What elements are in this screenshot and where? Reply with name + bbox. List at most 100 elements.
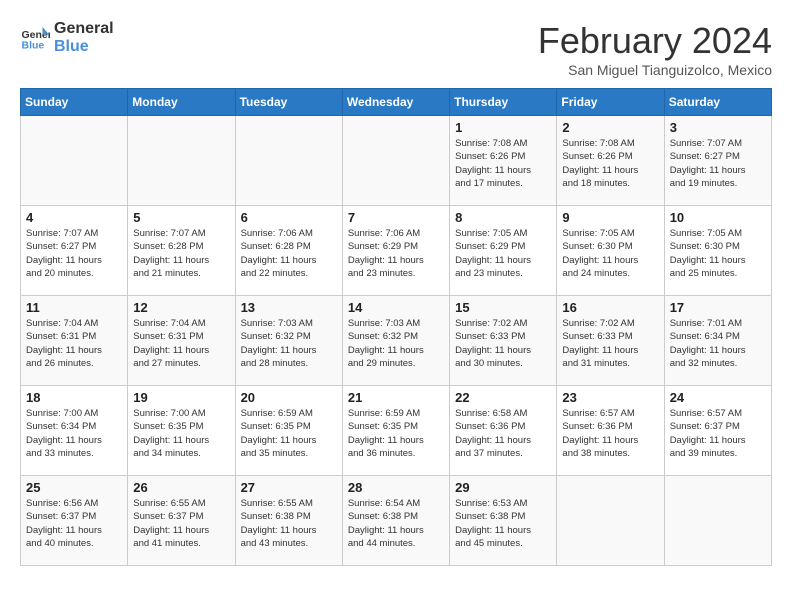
day-number: 5 (133, 210, 229, 225)
day-number: 18 (26, 390, 122, 405)
day-info: Sunrise: 7:03 AMSunset: 6:32 PMDaylight:… (241, 317, 337, 370)
header-tuesday: Tuesday (235, 89, 342, 116)
day-info: Sunrise: 7:02 AMSunset: 6:33 PMDaylight:… (562, 317, 658, 370)
calendar-cell: 19 Sunrise: 7:00 AMSunset: 6:35 PMDayligh… (128, 386, 235, 476)
calendar-cell: 15 Sunrise: 7:02 AMSunset: 6:33 PMDayligh… (450, 296, 557, 386)
day-number: 8 (455, 210, 551, 225)
day-number: 13 (241, 300, 337, 315)
week-row-1: 1 Sunrise: 7:08 AMSunset: 6:26 PMDaylight… (21, 116, 772, 206)
day-info: Sunrise: 6:58 AMSunset: 6:36 PMDaylight:… (455, 407, 551, 460)
header-wednesday: Wednesday (342, 89, 449, 116)
day-info: Sunrise: 7:07 AMSunset: 6:27 PMDaylight:… (670, 137, 766, 190)
day-info: Sunrise: 6:59 AMSunset: 6:35 PMDaylight:… (241, 407, 337, 460)
calendar-cell: 28 Sunrise: 6:54 AMSunset: 6:38 PMDayligh… (342, 476, 449, 566)
calendar-cell (664, 476, 771, 566)
calendar-cell: 20 Sunrise: 6:59 AMSunset: 6:35 PMDayligh… (235, 386, 342, 476)
day-info: Sunrise: 7:06 AMSunset: 6:28 PMDaylight:… (241, 227, 337, 280)
day-number: 1 (455, 120, 551, 135)
calendar-cell: 6 Sunrise: 7:06 AMSunset: 6:28 PMDaylight… (235, 206, 342, 296)
calendar-cell: 2 Sunrise: 7:08 AMSunset: 6:26 PMDaylight… (557, 116, 664, 206)
day-info: Sunrise: 6:54 AMSunset: 6:38 PMDaylight:… (348, 497, 444, 550)
day-number: 17 (670, 300, 766, 315)
day-number: 21 (348, 390, 444, 405)
day-info: Sunrise: 7:06 AMSunset: 6:29 PMDaylight:… (348, 227, 444, 280)
day-info: Sunrise: 6:59 AMSunset: 6:35 PMDaylight:… (348, 407, 444, 460)
day-info: Sunrise: 7:01 AMSunset: 6:34 PMDaylight:… (670, 317, 766, 370)
day-info: Sunrise: 7:05 AMSunset: 6:29 PMDaylight:… (455, 227, 551, 280)
calendar-cell: 5 Sunrise: 7:07 AMSunset: 6:28 PMDaylight… (128, 206, 235, 296)
header-monday: Monday (128, 89, 235, 116)
day-number: 24 (670, 390, 766, 405)
day-number: 28 (348, 480, 444, 495)
day-info: Sunrise: 6:53 AMSunset: 6:38 PMDaylight:… (455, 497, 551, 550)
calendar-header-row: SundayMondayTuesdayWednesdayThursdayFrid… (21, 89, 772, 116)
day-number: 10 (670, 210, 766, 225)
day-number: 3 (670, 120, 766, 135)
day-number: 9 (562, 210, 658, 225)
day-info: Sunrise: 6:57 AMSunset: 6:37 PMDaylight:… (670, 407, 766, 460)
day-info: Sunrise: 7:07 AMSunset: 6:28 PMDaylight:… (133, 227, 229, 280)
calendar-cell: 18 Sunrise: 7:00 AMSunset: 6:34 PMDayligh… (21, 386, 128, 476)
day-info: Sunrise: 7:00 AMSunset: 6:34 PMDaylight:… (26, 407, 122, 460)
calendar-cell: 14Sunrise: 7:03 AMSunset: 6:32 PMDayligh… (342, 296, 449, 386)
week-row-5: 25 Sunrise: 6:56 AMSunset: 6:37 PMDayligh… (21, 476, 772, 566)
day-number: 7 (348, 210, 444, 225)
calendar-cell (128, 116, 235, 206)
month-title: February 2024 (538, 20, 772, 62)
calendar-cell: 8 Sunrise: 7:05 AMSunset: 6:29 PMDaylight… (450, 206, 557, 296)
svg-text:Blue: Blue (22, 39, 45, 51)
day-number: 15 (455, 300, 551, 315)
day-number: 16 (562, 300, 658, 315)
calendar-cell: 27Sunrise: 6:55 AMSunset: 6:38 PMDayligh… (235, 476, 342, 566)
calendar-cell: 11Sunrise: 7:04 AMSunset: 6:31 PMDayligh… (21, 296, 128, 386)
header-sunday: Sunday (21, 89, 128, 116)
day-number: 19 (133, 390, 229, 405)
calendar-cell: 29 Sunrise: 6:53 AMSunset: 6:38 PMDayligh… (450, 476, 557, 566)
day-info: Sunrise: 6:57 AMSunset: 6:36 PMDaylight:… (562, 407, 658, 460)
day-info: Sunrise: 7:08 AMSunset: 6:26 PMDaylight:… (562, 137, 658, 190)
calendar-cell: 22 Sunrise: 6:58 AMSunset: 6:36 PMDayligh… (450, 386, 557, 476)
day-number: 12 (133, 300, 229, 315)
week-row-2: 4 Sunrise: 7:07 AMSunset: 6:27 PMDaylight… (21, 206, 772, 296)
day-info: Sunrise: 7:07 AMSunset: 6:27 PMDaylight:… (26, 227, 122, 280)
calendar-cell: 10Sunrise: 7:05 AMSunset: 6:30 PMDayligh… (664, 206, 771, 296)
day-info: Sunrise: 7:03 AMSunset: 6:32 PMDaylight:… (348, 317, 444, 370)
title-block: February 2024 San Miguel Tianguizolco, M… (538, 20, 772, 78)
day-number: 23 (562, 390, 658, 405)
logo: General Blue General Blue (20, 20, 114, 55)
calendar-cell: 9Sunrise: 7:05 AMSunset: 6:30 PMDaylight… (557, 206, 664, 296)
logo-icon: General Blue (20, 23, 50, 53)
calendar-cell: 1 Sunrise: 7:08 AMSunset: 6:26 PMDaylight… (450, 116, 557, 206)
header-friday: Friday (557, 89, 664, 116)
day-number: 6 (241, 210, 337, 225)
calendar-cell: 26Sunrise: 6:55 AMSunset: 6:37 PMDayligh… (128, 476, 235, 566)
calendar-cell (557, 476, 664, 566)
day-number: 20 (241, 390, 337, 405)
day-number: 11 (26, 300, 122, 315)
calendar-cell: 25 Sunrise: 6:56 AMSunset: 6:37 PMDayligh… (21, 476, 128, 566)
week-row-3: 11Sunrise: 7:04 AMSunset: 6:31 PMDayligh… (21, 296, 772, 386)
calendar-cell: 21 Sunrise: 6:59 AMSunset: 6:35 PMDayligh… (342, 386, 449, 476)
calendar-table: SundayMondayTuesdayWednesdayThursdayFrid… (20, 88, 772, 566)
day-info: Sunrise: 7:08 AMSunset: 6:26 PMDaylight:… (455, 137, 551, 190)
day-number: 25 (26, 480, 122, 495)
logo-general: General (54, 20, 114, 38)
calendar-cell: 17 Sunrise: 7:01 AMSunset: 6:34 PMDayligh… (664, 296, 771, 386)
calendar-cell (235, 116, 342, 206)
calendar-cell: 24 Sunrise: 6:57 AMSunset: 6:37 PMDayligh… (664, 386, 771, 476)
location-subtitle: San Miguel Tianguizolco, Mexico (538, 62, 772, 78)
day-info: Sunrise: 7:02 AMSunset: 6:33 PMDaylight:… (455, 317, 551, 370)
day-number: 2 (562, 120, 658, 135)
calendar-cell (342, 116, 449, 206)
day-info: Sunrise: 7:00 AMSunset: 6:35 PMDaylight:… (133, 407, 229, 460)
day-info: Sunrise: 6:56 AMSunset: 6:37 PMDaylight:… (26, 497, 122, 550)
day-number: 29 (455, 480, 551, 495)
header-thursday: Thursday (450, 89, 557, 116)
day-number: 22 (455, 390, 551, 405)
day-number: 4 (26, 210, 122, 225)
calendar-cell: 23 Sunrise: 6:57 AMSunset: 6:36 PMDayligh… (557, 386, 664, 476)
week-row-4: 18 Sunrise: 7:00 AMSunset: 6:34 PMDayligh… (21, 386, 772, 476)
day-info: Sunrise: 6:55 AMSunset: 6:38 PMDaylight:… (241, 497, 337, 550)
logo-blue: Blue (54, 38, 114, 56)
calendar-cell: 12Sunrise: 7:04 AMSunset: 6:31 PMDayligh… (128, 296, 235, 386)
